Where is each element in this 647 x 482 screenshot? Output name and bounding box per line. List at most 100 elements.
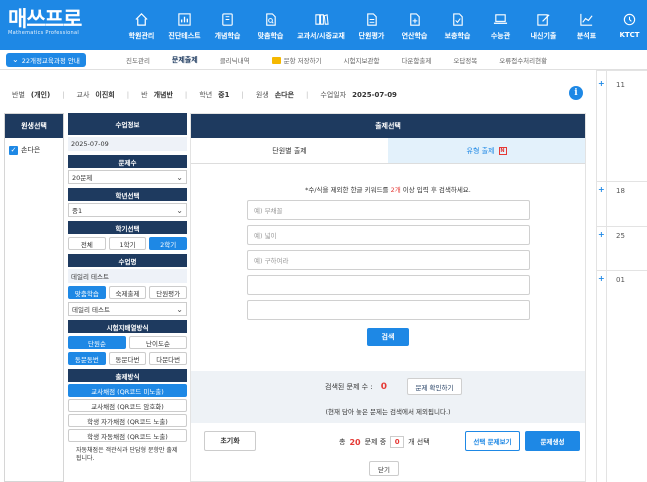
grading-method-list: 교사채점 (QR코드 미노출) 교사채점 (QR코드 암호화) 학생 자가채점 … <box>68 384 187 442</box>
hint-pre: *수/식을 제외한 한글 키워드를 <box>305 186 391 194</box>
grading-student-self-button[interactable]: 학생 자가채점 (QR코드 노출) <box>68 414 187 427</box>
tab-type[interactable]: 유형 출제 N <box>388 138 585 163</box>
subnav-progress[interactable]: 진도관리 <box>115 55 161 65</box>
order-by-difficulty-button[interactable]: 난이도순 <box>129 336 187 349</box>
term-all-button[interactable]: 전체 <box>68 237 106 250</box>
nav-label: 분석표 <box>576 32 597 40</box>
info-group-value: 개념반 <box>153 91 173 99</box>
keyword-input-5[interactable] <box>247 300 530 320</box>
duplicate-buttons: 동문동번 동문다번 다문다번 <box>68 352 188 365</box>
hint-post: 이상 입력 후 검색하세요. <box>400 186 471 194</box>
grading-teacher-qr-hidden-button[interactable]: 교사채점 (QR코드 미노출) <box>68 384 187 397</box>
subnav-error-reports[interactable]: 오류접수처리현황 <box>488 55 558 65</box>
subnav-clinic[interactable]: 클리닉내역 <box>209 55 261 65</box>
add-event-icon[interactable]: + <box>598 230 605 239</box>
nav-item-unit-eval[interactable]: 단원평가 <box>350 0 393 50</box>
question-tabs: 단원별 출제 유형 출제 N <box>191 138 585 164</box>
same-question-diff-number-button[interactable]: 동문다번 <box>108 352 147 365</box>
sub-navigation-bar: ⌄ 22개정교육과정 안내 진도관리 문제출제 클리닉내역 문항 저장하기 시험… <box>0 50 647 70</box>
calendar-day[interactable]: 18 <box>616 187 625 195</box>
logo[interactable]: 매쓰프로 Mathematics Professional <box>0 0 120 50</box>
checkbox-checked-icon[interactable]: ✓ <box>9 145 18 155</box>
lesson-type-custom-button[interactable]: 맞춤학습 <box>68 286 106 299</box>
confirm-questions-button[interactable]: 문제 확인하기 <box>407 378 462 395</box>
reset-button[interactable]: 초기화 <box>204 431 256 451</box>
subnav-question-create[interactable]: 문제출제 <box>161 55 209 65</box>
subnav-test-archive[interactable]: 시험지보관함 <box>333 55 391 65</box>
nav-item-analysis[interactable]: 분석표 <box>565 0 608 50</box>
selected-unit: 개 선택 <box>408 438 430 446</box>
calendar-strip: + 11 + 18 + 25 + 01 <box>596 70 647 482</box>
nav-item-supplement[interactable]: 보충학습 <box>436 0 479 50</box>
nav-label: 보충학습 <box>444 32 471 40</box>
keyword-input-3[interactable]: 예) 구하여라 <box>247 250 530 270</box>
nav-item-textbook[interactable]: 교과서/시중교재 <box>292 0 350 50</box>
order-method-title: 시험지배열방식 <box>68 320 187 333</box>
add-event-icon[interactable]: + <box>598 185 605 194</box>
lesson-type-homework-button[interactable]: 숙제출제 <box>108 286 147 299</box>
close-button[interactable]: 닫기 <box>369 461 399 476</box>
total-number: 20 <box>349 437 361 447</box>
nav-item-academy[interactable]: 학원관리 <box>120 0 163 50</box>
class-info-bar: 반별 (개인) | 교사 이진희 | 반 개념반 | 학년 중1 | 원생 손다… <box>0 86 590 104</box>
nav-item-calc[interactable]: 연산학습 <box>393 0 436 50</box>
keyword-input-1[interactable]: 예) 부채꼴 <box>247 200 530 220</box>
info-icon[interactable]: i <box>569 86 583 100</box>
student-option[interactable]: ✓ 손다은 <box>5 138 63 155</box>
curriculum-guide-button[interactable]: ⌄ 22개정교육과정 안내 <box>6 52 86 67</box>
nav-label: 진단테스트 <box>168 32 201 40</box>
grade-select-value: 중1 <box>72 207 83 215</box>
add-event-icon[interactable]: + <box>598 274 605 283</box>
question-count-select[interactable]: 20문제 ⌄ <box>68 170 187 184</box>
keyword-input-4[interactable] <box>247 275 530 295</box>
info-date: 수업일자 2025-07-09 <box>320 90 397 100</box>
total-label: 총 <box>339 438 346 446</box>
nav-item-concept[interactable]: 개념학습 <box>206 0 249 50</box>
order-by-unit-button[interactable]: 단원순 <box>68 336 126 349</box>
selection-summary: 총 20 문제 중 0 개 선택 <box>339 436 430 448</box>
info-class-label: 반별 <box>12 91 25 99</box>
nav-item-exam[interactable]: 내신기출 <box>522 0 565 50</box>
keyword-input-2[interactable]: 예) 넓이 <box>247 225 530 245</box>
add-event-icon[interactable]: + <box>598 79 605 88</box>
nav-item-custom[interactable]: 맞춤학습 <box>249 0 292 50</box>
generate-questions-button[interactable]: 문제생성 <box>525 431 580 451</box>
nav-label: 내신기출 <box>530 32 557 40</box>
grading-method-title: 출제방식 <box>68 369 187 382</box>
nav-item-ktct[interactable]: KTCT <box>608 0 647 50</box>
result-note: (현재 담아 놓은 문제는 검색에서 제외됩니다.) <box>325 408 451 416</box>
info-grade-label: 학년 <box>199 91 213 99</box>
nav-item-diagnostic[interactable]: 진단테스트 <box>163 0 206 50</box>
grading-student-auto-button[interactable]: 학생 자동채점 (QR코드 노출) <box>68 429 187 442</box>
lesson-name-select[interactable]: 데일리 테스트 ⌄ <box>68 302 187 316</box>
top-navigation-bar: 매쓰프로 Mathematics Professional 학원관리 진단테스트… <box>0 0 647 50</box>
nav-label: 수능관 <box>490 32 511 40</box>
term-2-button[interactable]: 2학기 <box>149 237 188 250</box>
grading-teacher-qr-encrypted-button[interactable]: 교사채점 (QR코드 암호화) <box>68 399 187 412</box>
term-1-button[interactable]: 1학기 <box>108 237 147 250</box>
tab-type-label: 유형 출제 <box>466 146 495 155</box>
same-question-same-number-button[interactable]: 동문동번 <box>68 352 106 365</box>
nav-item-suneung[interactable]: 수능관 <box>479 0 522 50</box>
nav-label: 학원관리 <box>128 32 155 40</box>
lesson-type-unit-eval-button[interactable]: 단원평가 <box>149 286 188 299</box>
calendar-day[interactable]: 25 <box>616 232 625 240</box>
grade-select[interactable]: 중1 ⌄ <box>68 203 187 217</box>
diff-question-diff-number-button[interactable]: 다문다번 <box>149 352 188 365</box>
lesson-date-field[interactable]: 2025-07-09 <box>68 137 187 151</box>
calendar-day[interactable]: 01 <box>616 276 625 284</box>
info-grade-value: 중1 <box>218 91 230 99</box>
divider: | <box>241 91 244 99</box>
lesson-name-field[interactable]: 데일리 테스트 <box>68 269 187 283</box>
book-icon <box>222 13 233 26</box>
calendar-day[interactable]: 11 <box>616 81 625 89</box>
subnav-wrong-answers[interactable]: 오답정복 <box>442 55 488 65</box>
info-teacher: 교사 이진희 <box>77 90 115 100</box>
tab-unit[interactable]: 단원별 출제 <box>191 138 388 163</box>
subnav-download[interactable]: 다운함출제 <box>390 55 442 65</box>
subnav-save-questions[interactable]: 문항 저장하기 <box>261 55 333 65</box>
view-selected-button[interactable]: 선택 문제보기 <box>465 431 520 451</box>
search-button[interactable]: 검색 <box>367 328 409 346</box>
info-grade: 학년 중1 <box>199 90 229 100</box>
main-nav: 학원관리 진단테스트 개념학습 맞춤학습 교과서/시중교재 단원평가 연산학습 <box>120 0 647 50</box>
